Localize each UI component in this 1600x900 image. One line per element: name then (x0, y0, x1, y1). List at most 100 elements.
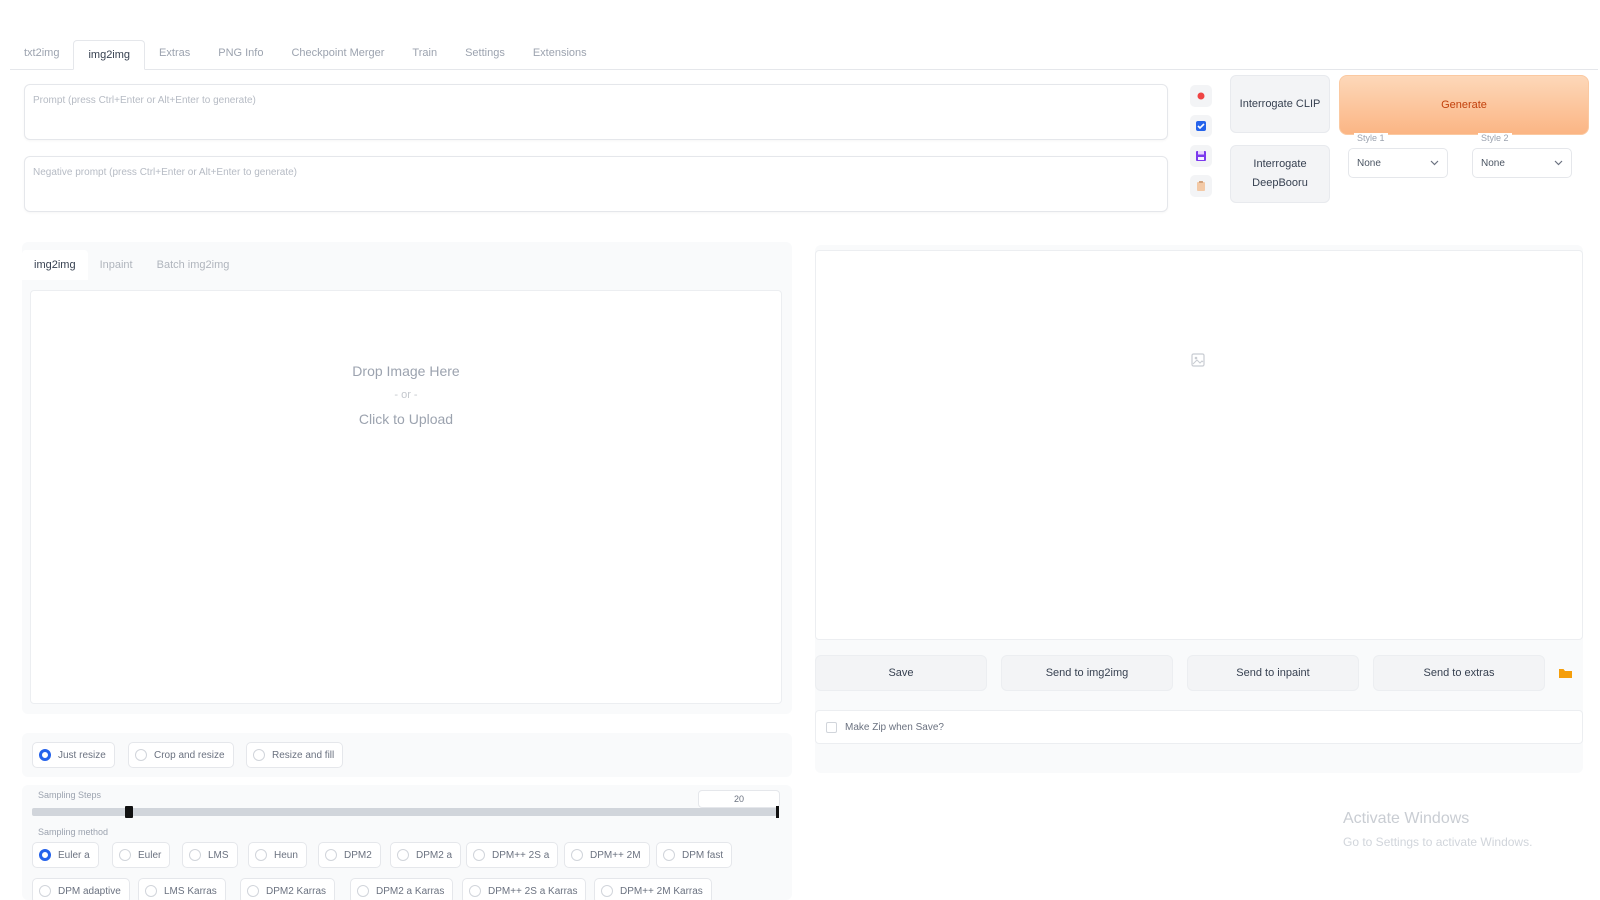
make-zip-row[interactable]: Make Zip when Save? (815, 710, 1583, 744)
tab-train[interactable]: Train (398, 39, 451, 69)
sampler-dpm2-a-karras[interactable]: DPM2 a Karras (350, 878, 454, 900)
sampling-steps-input[interactable]: 20 (698, 790, 780, 808)
negative-prompt-box (24, 156, 1168, 212)
style-1-label: Style 1 (1354, 133, 1388, 143)
resize-just-resize[interactable]: Just resize (32, 742, 115, 768)
radio-icon (473, 849, 485, 861)
activate-windows-title: Activate Windows (1343, 810, 1470, 827)
send-to-img2img-button[interactable]: Send to img2img (1001, 655, 1173, 691)
sampler-heun[interactable]: Heun (248, 842, 307, 868)
drop-or-text: - or - (394, 389, 418, 401)
tab-extras[interactable]: Extras (145, 39, 204, 69)
sampler-dpm-fast[interactable]: DPM fast (656, 842, 733, 868)
resize-option-label: Resize and fill (272, 749, 335, 761)
sampler-label: DPM2 a (416, 849, 453, 861)
sampler-dpm-adaptive[interactable]: DPM adaptive (32, 878, 130, 900)
tab-png-info[interactable]: PNG Info (204, 39, 277, 69)
paste-icon[interactable] (1190, 85, 1212, 107)
resize-and-fill[interactable]: Resize and fill (246, 742, 344, 768)
save-button[interactable]: Save (815, 655, 987, 691)
radio-icon (189, 849, 201, 861)
interrogate-clip-button[interactable]: Interrogate CLIP (1230, 75, 1330, 133)
main-tabs: txt2img img2img Extras PNG Info Checkpoi… (10, 36, 1598, 70)
make-zip-label: Make Zip when Save? (845, 721, 944, 733)
prompt-box (24, 84, 1168, 140)
folder-icon (1558, 668, 1572, 678)
radio-icon (135, 749, 147, 761)
sampler-lms[interactable]: LMS (182, 842, 238, 868)
sub-tab-inpaint[interactable]: Inpaint (88, 250, 145, 280)
style-1-value: None (1357, 157, 1381, 169)
generate-button[interactable]: Generate (1339, 75, 1589, 135)
click-upload-text: Click to Upload (358, 411, 454, 427)
send-to-extras-button[interactable]: Send to extras (1373, 655, 1545, 691)
drop-image-text: Drop Image Here (352, 363, 460, 379)
sampling-steps-label: Sampling Steps (38, 790, 102, 800)
negative-prompt-input[interactable] (25, 157, 1167, 211)
style-2-value: None (1481, 157, 1505, 169)
sampling-steps-slider[interactable] (32, 808, 777, 816)
sampler-label: Euler (138, 849, 162, 861)
checkbox-icon[interactable] (1190, 115, 1212, 137)
sampler-label: DPM++ 2M Karras (620, 885, 703, 897)
style-2-select[interactable]: None (1472, 148, 1572, 178)
radio-icon (253, 749, 265, 761)
clipboard-icon[interactable] (1190, 175, 1212, 197)
resize-option-label: Just resize (58, 749, 106, 761)
sampler-dpm2[interactable]: DPM2 (318, 842, 381, 868)
radio-icon (39, 885, 51, 897)
sub-tab-img2img[interactable]: img2img (22, 250, 88, 280)
send-to-inpaint-button[interactable]: Send to inpaint (1187, 655, 1359, 691)
interrogate-deepbooru-button[interactable]: Interrogate DeepBooru (1230, 145, 1330, 203)
sampler-dpmpp-2m[interactable]: DPM++ 2M (564, 842, 650, 868)
style-1-select[interactable]: None (1348, 148, 1448, 178)
image-drop-area[interactable]: Drop Image Here - or - Click to Upload (30, 290, 782, 704)
sampler-label: DPM2 (344, 849, 372, 861)
tab-txt2img[interactable]: txt2img (10, 39, 73, 69)
resize-option-label: Crop and resize (154, 749, 225, 761)
tab-extensions[interactable]: Extensions (519, 39, 601, 69)
sampler-label: DPM++ 2M (590, 849, 641, 861)
sampler-label: Heun (274, 849, 298, 861)
sampler-dpmpp-2m-karras[interactable]: DPM++ 2M Karras (594, 878, 712, 900)
sampler-lms-karras[interactable]: LMS Karras (138, 878, 226, 900)
radio-selected-icon (39, 749, 51, 761)
sampler-label: DPM++ 2S a (492, 849, 550, 861)
prompt-input[interactable] (25, 85, 1167, 139)
sampler-label: DPM++ 2S a Karras (488, 885, 578, 897)
radio-icon (325, 849, 337, 861)
radio-icon (119, 849, 131, 861)
sampler-label: LMS (208, 849, 229, 861)
open-folder-button[interactable] (1554, 660, 1576, 686)
sampler-label: DPM2 Karras (266, 885, 327, 897)
sampler-label: LMS Karras (164, 885, 217, 897)
sampler-euler-a[interactable]: Euler a (32, 842, 99, 868)
sampler-dpm2-karras[interactable]: DPM2 Karras (240, 878, 336, 900)
save-style-icon[interactable] (1190, 145, 1212, 167)
sampler-dpmpp-2s-a-karras[interactable]: DPM++ 2S a Karras (462, 878, 587, 900)
sub-tab-batch-img2img[interactable]: Batch img2img (145, 250, 242, 280)
slider-end-marker (776, 806, 779, 818)
radio-selected-icon (39, 849, 51, 861)
radio-icon (145, 885, 157, 897)
sampler-euler[interactable]: Euler (112, 842, 171, 868)
sampler-label: DPM adaptive (58, 885, 121, 897)
output-gallery (815, 250, 1583, 640)
make-zip-checkbox[interactable] (826, 721, 837, 733)
tab-img2img[interactable]: img2img (73, 40, 146, 70)
activate-windows-subtitle: Go to Settings to activate Windows. (1343, 835, 1533, 849)
tab-checkpoint-merger[interactable]: Checkpoint Merger (277, 39, 398, 69)
sampler-dpm2-a[interactable]: DPM2 a (390, 842, 462, 868)
tab-settings[interactable]: Settings (451, 39, 519, 69)
sampling-steps-slider-handle[interactable] (125, 806, 133, 818)
image-placeholder-icon (1191, 353, 1205, 367)
sampler-label: DPM2 a Karras (376, 885, 445, 897)
radio-icon (357, 885, 369, 897)
radio-icon (469, 885, 481, 897)
resize-crop-and-resize[interactable]: Crop and resize (128, 742, 234, 768)
sampler-dpmpp-2s-a[interactable]: DPM++ 2S a (466, 842, 559, 868)
sampler-label: Euler a (58, 849, 90, 861)
radio-icon (247, 885, 259, 897)
sampling-method-label: Sampling method (38, 827, 109, 837)
chevron-down-icon (1554, 160, 1563, 166)
